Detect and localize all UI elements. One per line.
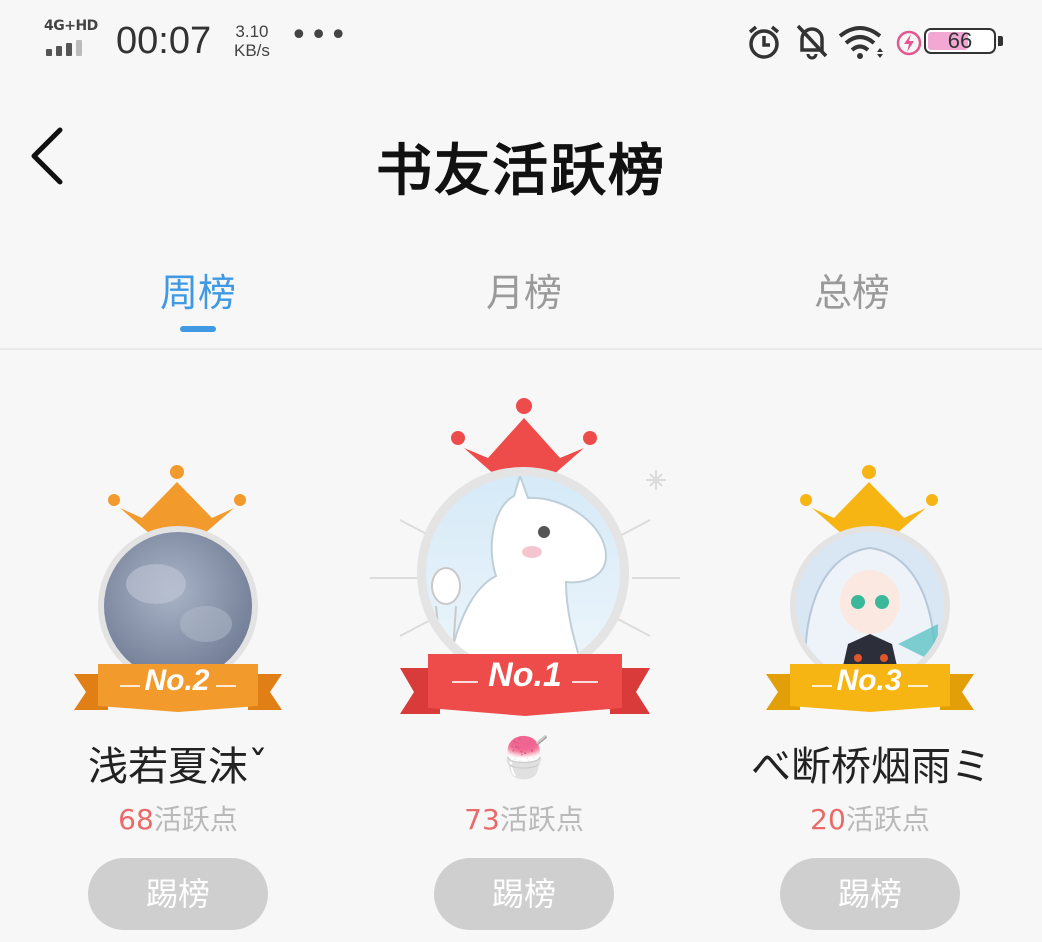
activity-points: 20活跃点 [720, 798, 1020, 838]
rank-label: No.1 [488, 656, 562, 694]
user-name: 浅若夏沫ˇ [88, 744, 268, 790]
alarm-icon [748, 25, 780, 59]
network-speed: 3.10 KB/s [234, 22, 270, 60]
tab-weekly[interactable]: 周榜 [98, 262, 298, 317]
kick-button-rank-2[interactable]: 踢榜 [88, 858, 268, 930]
points-label: 活跃点 [499, 803, 584, 836]
wifi-icon [838, 26, 883, 59]
points-value: 73 [464, 803, 500, 836]
rank-label: No.3 [836, 664, 902, 697]
bell-off-icon [796, 24, 828, 60]
clock: 00:07 [116, 20, 212, 62]
more-notifications-icon: ••• [290, 18, 350, 53]
points-label: 活跃点 [153, 803, 238, 836]
signal-icon [46, 40, 90, 56]
battery-tip [998, 36, 1003, 46]
charging-icon [896, 30, 922, 56]
kick-button-rank-3[interactable]: 踢榜 [780, 858, 960, 930]
battery-icon: 66 [924, 28, 996, 54]
page-title: 书友活跃榜 [376, 138, 666, 204]
points-label: 活跃点 [845, 803, 930, 836]
user-name: 🍧 [499, 735, 549, 781]
tab-monthly[interactable]: 月榜 [424, 262, 624, 317]
points-value: 68 [118, 803, 154, 836]
kick-button-rank-1[interactable]: 踢榜 [434, 858, 614, 930]
points-value: 20 [810, 803, 846, 836]
activity-points: 68活跃点 [28, 798, 328, 838]
battery-level: 66 [947, 28, 973, 53]
rank-label: No.2 [144, 664, 210, 697]
tab-bar: 周榜 月榜 总榜 [0, 262, 1042, 350]
tab-indicator [180, 326, 216, 332]
activity-points: 73活跃点 [374, 798, 674, 838]
user-avatar-rank-1 [417, 467, 629, 679]
tab-total[interactable]: 总榜 [752, 262, 952, 317]
user-name: べ断桥烟雨ミ [751, 744, 991, 790]
status-bar: 4G+HD 00:07 3.10 KB/s ••• 66 [0, 0, 1042, 86]
network-type: 4G+HD [44, 18, 98, 34]
